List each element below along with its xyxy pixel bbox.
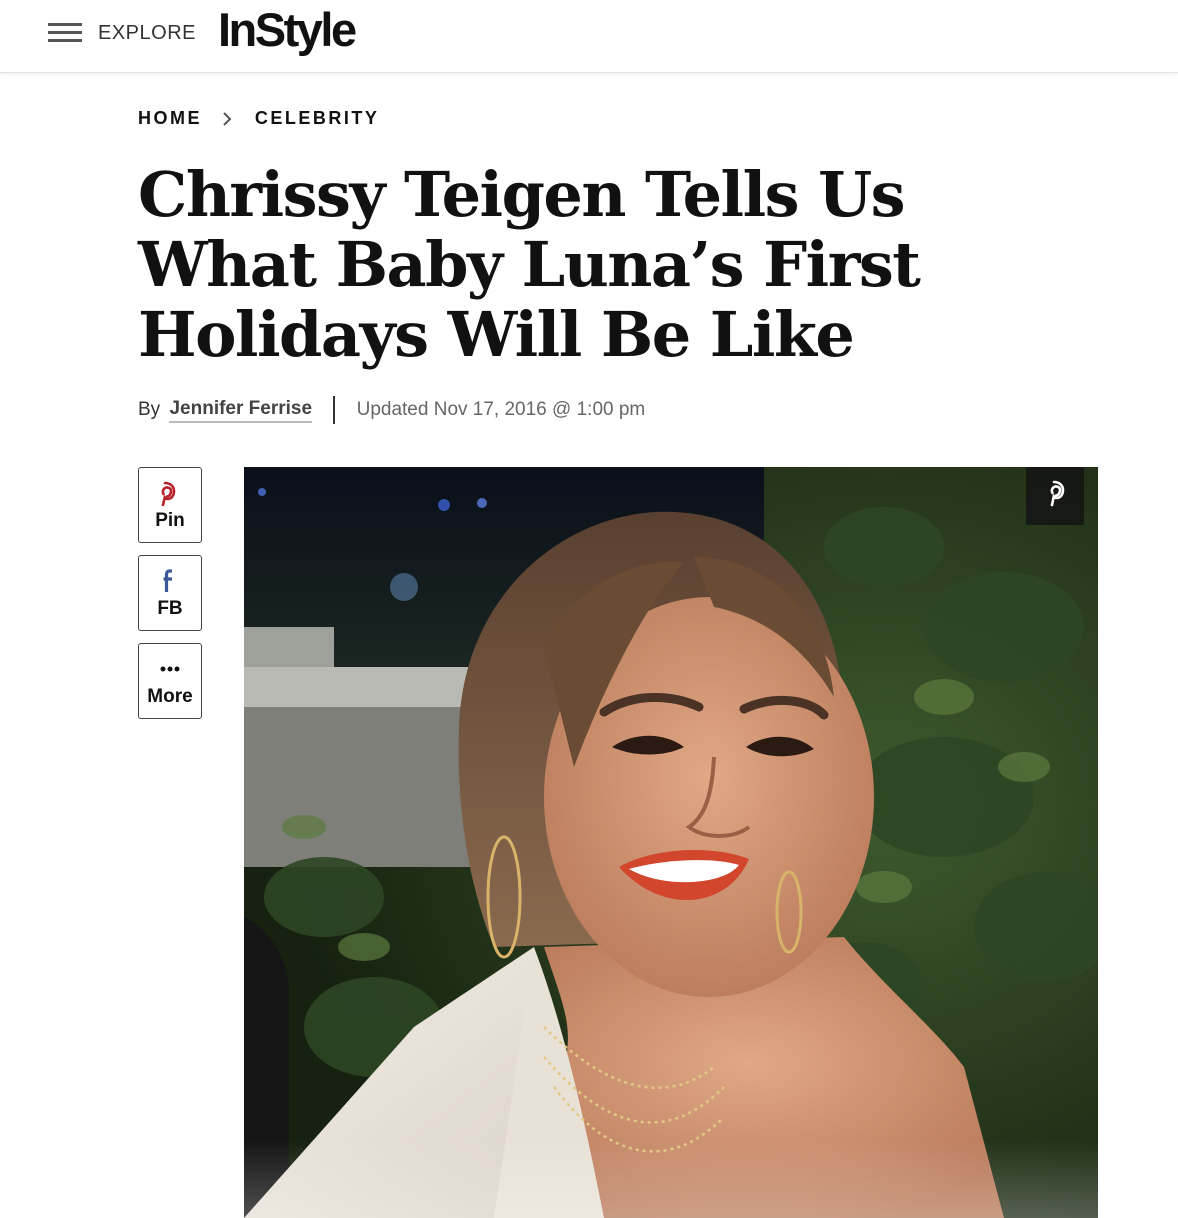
explore-menu-button[interactable]: EXPLORE — [48, 21, 195, 45]
more-dots-icon — [160, 666, 180, 672]
breadcrumb-celebrity[interactable]: CELEBRITY — [255, 108, 380, 129]
chevron-right-icon — [223, 111, 232, 126]
breadcrumb-home[interactable]: HOME — [138, 108, 202, 129]
article-headline: Chrissy Teigen Tells Us What Baby Luna’s… — [138, 158, 921, 371]
pin-share-button[interactable]: Pin — [138, 467, 202, 543]
hero-photo-illustration — [244, 467, 1098, 1218]
facebook-share-button[interactable]: FB — [138, 555, 202, 631]
by-label: By — [138, 399, 161, 420]
explore-label: EXPLORE — [98, 22, 196, 44]
pin-label: Pin — [155, 510, 185, 531]
pinterest-icon — [1050, 480, 1065, 507]
more-share-button[interactable]: More — [138, 643, 202, 719]
breadcrumb: HOME CELEBRITY — [138, 108, 379, 132]
site-header: EXPLORE InStyle — [0, 0, 1178, 73]
facebook-icon — [163, 569, 172, 592]
photo-pin-button[interactable] — [1026, 467, 1084, 525]
byline-divider — [333, 396, 336, 424]
hero-photo — [244, 467, 1098, 1218]
updated-timestamp: Updated Nov 17, 2016 @ 1:00 pm — [356, 399, 646, 420]
more-label: More — [147, 686, 193, 707]
hamburger-icon — [48, 23, 82, 43]
author-link[interactable]: Jennifer Ferrise — [169, 398, 313, 423]
fb-label: FB — [157, 598, 183, 619]
byline: By Jennifer Ferrise Updated Nov 17, 2016… — [138, 396, 645, 426]
pinterest-icon — [161, 481, 176, 506]
site-logo[interactable]: InStyle — [218, 2, 357, 57]
